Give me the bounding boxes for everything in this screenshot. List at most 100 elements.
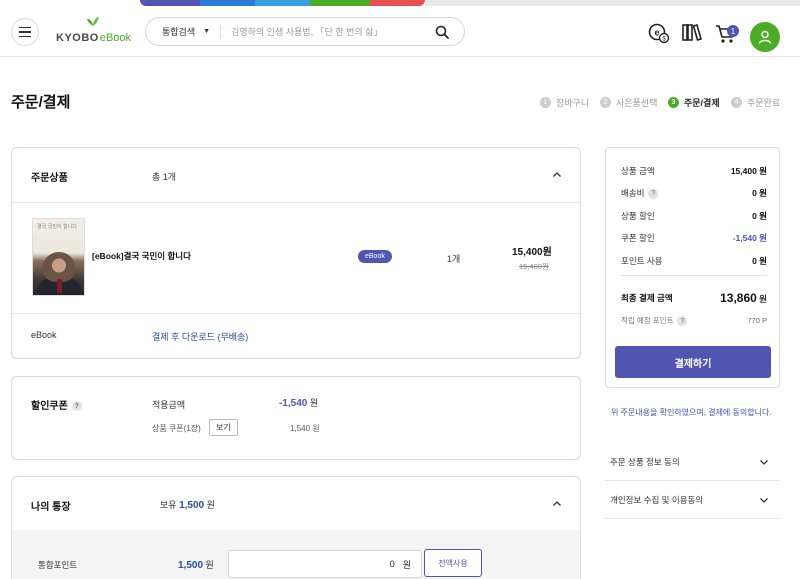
coupon-card: 할인쿠폰? 적용금액 -1,540 원 상품 쿠폰(1장) 보기 1,540 원 xyxy=(11,376,581,460)
summary-row-point-usage: 포인트 사용 0 원 xyxy=(621,255,767,267)
pay-button[interactable]: 결제하기 xyxy=(615,346,771,378)
earn-points-label-text: 적립 예정 포인트 xyxy=(621,316,674,325)
search-category-label: 통합검색 xyxy=(162,27,196,37)
user-icon xyxy=(758,30,772,44)
search-icon[interactable] xyxy=(435,25,449,39)
final-amount-label: 최종 결제 금액 xyxy=(621,293,673,303)
delivery-info-text: 결제 후 다운로드 (무배송) xyxy=(152,332,249,342)
agreement-item-privacy[interactable]: 개인정보 수집 및 이용동의 xyxy=(605,481,780,519)
divider xyxy=(12,202,580,203)
chevron-down-icon xyxy=(760,497,768,503)
product-coupon-value: 1,540 원 xyxy=(290,424,320,433)
hamburger-icon xyxy=(19,25,31,39)
wallet-owned-label: 보유 xyxy=(160,500,177,510)
search-input[interactable] xyxy=(231,26,432,37)
summary-label: 상품 금액 xyxy=(621,166,655,176)
order-items-card: 주문상품 총 1개 결국 국민이 합니다 [eBook]결국 국민이 합니다 e… xyxy=(11,147,581,359)
point-input-unit: 원 xyxy=(402,559,411,570)
site-header: KYOBO eBook 통합검색 ▼ e $ 1 xyxy=(0,6,800,57)
coupon-label: 할인쿠폰? xyxy=(31,397,82,412)
step-order-payment: 3 주문/결제 xyxy=(668,96,720,109)
summary-row-coupon-discount: 쿠폰 할인 -1,540 원 xyxy=(621,232,767,244)
final-amount-unit: 원 xyxy=(759,294,767,304)
point-usage-area: 통합포인트 1,500 원 0 원 전액사용 xyxy=(12,530,580,579)
integrated-point-label: 통합포인트 xyxy=(38,560,78,570)
point-balance-unit: 원 xyxy=(205,560,214,570)
summary-value: -1,540 원 xyxy=(732,233,767,243)
library-icon[interactable] xyxy=(681,22,703,44)
point-amount-input[interactable]: 0 원 xyxy=(228,550,422,578)
summary-row-product-amount: 상품 금액 15,400 원 xyxy=(621,165,767,177)
summary-label: 포인트 사용 xyxy=(621,256,663,266)
chevron-down-icon xyxy=(760,459,768,465)
help-icon[interactable]: ? xyxy=(71,401,82,412)
point-balance-value: 1,500 xyxy=(178,560,204,571)
final-amount-value: 13,860 xyxy=(720,291,757,305)
step-number: 1 xyxy=(540,97,551,108)
divider xyxy=(621,275,767,276)
cart-count-badge: 1 xyxy=(727,25,739,37)
final-amount: 13,860 원 xyxy=(720,291,767,305)
summary-label: 배송비? xyxy=(621,187,659,199)
step-gift: 2 사은품선택 xyxy=(600,96,657,109)
summary-value: 0 원 xyxy=(752,256,767,266)
payment-summary: 상품 금액 15,400 원 배송비? 0 원 상품 할인 0 원 쿠폰 할인 … xyxy=(605,147,780,388)
step-number: 4 xyxy=(731,97,742,108)
agreement-label: 개인정보 수집 및 이용동의 xyxy=(610,494,704,505)
search-divider xyxy=(220,25,222,38)
logo-main-text: KYOBO xyxy=(56,32,99,44)
point-input-value: 0 xyxy=(389,559,395,569)
summary-value: 0 원 xyxy=(752,188,767,198)
delivery-type-label: eBook xyxy=(31,330,57,340)
cover-figure-face xyxy=(43,252,75,282)
chevron-up-icon[interactable] xyxy=(552,170,562,180)
order-items-count: 총 1개 xyxy=(152,172,177,182)
step-label: 사은품선택 xyxy=(616,98,658,108)
divider xyxy=(12,313,580,314)
user-avatar[interactable] xyxy=(750,22,780,52)
earn-points-label: 적립 예정 포인트? xyxy=(621,315,688,327)
coupon-view-button[interactable]: 보기 xyxy=(209,419,238,436)
help-icon[interactable]: ? xyxy=(677,316,688,327)
coupon-applied-label: 적용금액 xyxy=(152,400,186,410)
step-cart: 1 장바구니 xyxy=(540,96,589,109)
menu-button[interactable] xyxy=(11,18,39,46)
wallet-owned-value: 1,500 xyxy=(179,500,205,511)
kyobo-ebook-logo[interactable]: KYOBO eBook xyxy=(56,17,131,44)
step-label: 주문/결제 xyxy=(684,98,720,108)
wallet-owned-unit: 원 xyxy=(206,500,215,510)
wallet-owned: 보유 1,500 원 xyxy=(160,498,215,511)
step-number: 2 xyxy=(600,97,611,108)
summary-row-shipping: 배송비? 0 원 xyxy=(621,187,767,199)
step-label: 장바구니 xyxy=(556,98,590,108)
summary-row-final-amount: 최종 결제 금액 13,860 원 xyxy=(621,291,767,305)
ecash-icon[interactable]: e $ xyxy=(648,22,670,44)
book-cover-image[interactable]: 결국 국민이 합니다 xyxy=(32,218,85,296)
wallet-label: 나의 통장 xyxy=(31,502,71,513)
search-bar: 통합검색 ▼ xyxy=(145,17,465,46)
item-original-price: 15,400원 xyxy=(519,262,549,271)
book-title[interactable]: [eBook]결국 국민이 합니다 xyxy=(92,250,191,262)
format-badge: eBook xyxy=(358,250,392,263)
coupon-label-text: 할인쿠폰 xyxy=(31,401,68,412)
page-title: 주문/결제 xyxy=(11,94,71,111)
cover-figure-tie xyxy=(57,279,62,293)
search-category-select[interactable]: 통합검색 ▼ xyxy=(162,25,210,38)
summary-row-product-discount: 상품 할인 0 원 xyxy=(621,210,767,222)
chevron-up-icon[interactable] xyxy=(552,499,562,509)
integrated-point-balance: 1,500 원 xyxy=(178,558,214,571)
item-quantity: 1개 xyxy=(447,254,461,264)
wallet-card: 나의 통장 보유 1,500 원 통합포인트 1,500 원 0 원 전액사용 xyxy=(11,476,581,579)
use-all-points-button[interactable]: 전액사용 xyxy=(424,549,482,577)
svg-text:e: e xyxy=(654,28,659,38)
coupon-applied-amount: -1,540 원 xyxy=(279,396,318,409)
caret-down-icon: ▼ xyxy=(203,28,211,35)
help-icon[interactable]: ? xyxy=(648,188,659,199)
item-price: 15,400원 xyxy=(512,247,552,258)
agreement-item-order-info[interactable]: 주문 상품 정보 동의 xyxy=(605,443,780,481)
step-number: 3 xyxy=(668,97,679,108)
step-complete: 4 주문완료 xyxy=(731,96,780,109)
summary-value: 15,400 원 xyxy=(730,166,767,176)
coupon-applied-unit: 원 xyxy=(309,398,319,408)
summary-label: 상품 할인 xyxy=(621,211,655,221)
